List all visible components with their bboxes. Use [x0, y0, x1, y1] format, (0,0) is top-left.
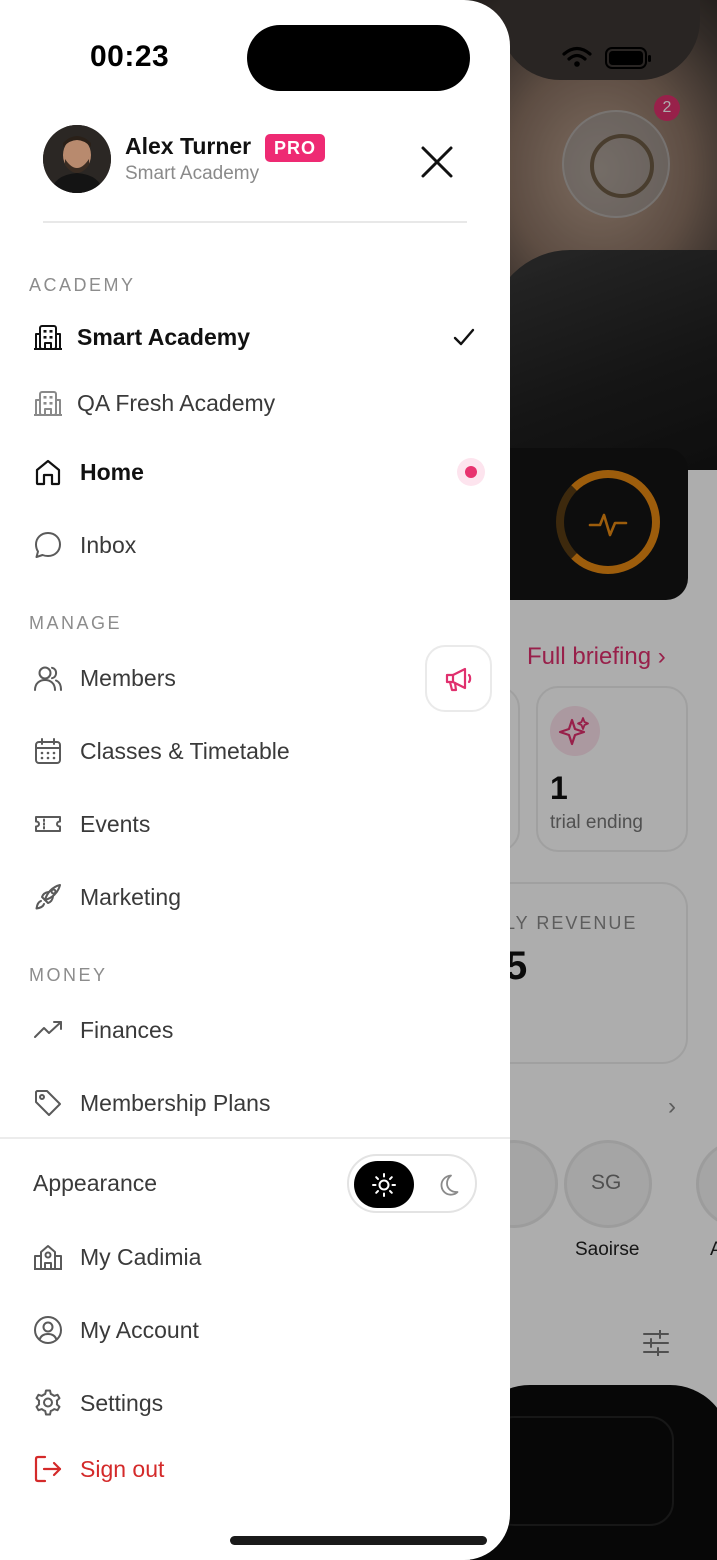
status-icons: [562, 46, 651, 69]
nav-label: Marketing: [80, 883, 181, 910]
logout-icon: [32, 1453, 64, 1485]
trending-up-icon: [32, 1014, 64, 1046]
nav-label: Events: [80, 810, 151, 837]
active-indicator-dot: [457, 458, 485, 486]
nav-label: Inbox: [80, 531, 137, 558]
navigation-drawer: 00:23 Alex Turner PRO Smart Academy ACAD…: [0, 0, 510, 1560]
nav-label: Classes & Timetable: [80, 737, 290, 764]
light-mode-button[interactable]: [354, 1161, 414, 1208]
status-time: 00:23: [90, 40, 170, 73]
building-icon: [32, 321, 64, 353]
nav-item-inbox[interactable]: Inbox: [0, 515, 510, 575]
calendar-icon: [32, 735, 64, 767]
section-manage: MANAGE: [29, 613, 123, 633]
appearance-label: Appearance: [33, 1170, 158, 1196]
appearance-toggle[interactable]: [347, 1154, 477, 1213]
nav-label: Home: [80, 458, 144, 485]
dark-mode-button[interactable]: [423, 1161, 471, 1208]
section-academy: ACADEMY: [29, 275, 136, 295]
pro-badge: PRO: [265, 134, 326, 162]
nav-item-settings[interactable]: Settings: [0, 1373, 510, 1433]
nav-item-membership-plans[interactable]: Membership Plans: [0, 1073, 510, 1133]
nav-label: Members: [80, 664, 176, 691]
user-name: Alex Turner: [125, 133, 252, 159]
user-academy: Smart Academy: [125, 163, 260, 184]
section-money: MONEY: [29, 965, 108, 985]
megaphone-icon: [445, 667, 471, 691]
moon-icon: [440, 1174, 459, 1196]
nav-item-marketing[interactable]: Marketing: [0, 867, 510, 927]
ticket-icon: [32, 808, 64, 840]
nav-label: Settings: [80, 1389, 164, 1416]
nav-item-my-cadimia[interactable]: My Cadimia: [0, 1227, 510, 1287]
school-building-icon: [32, 1241, 64, 1273]
building-icon: [32, 387, 64, 419]
dynamic-island: [247, 25, 470, 91]
nav-item-home[interactable]: Home: [0, 442, 510, 502]
announcement-button[interactable]: [425, 645, 492, 712]
academy-label: QA Fresh Academy: [77, 389, 276, 416]
nav-label: My Cadimia: [80, 1243, 202, 1270]
nav-label: Membership Plans: [80, 1089, 271, 1116]
user-circle-icon: [32, 1314, 64, 1346]
battery-icon: [605, 47, 651, 69]
nav-label: My Account: [80, 1316, 199, 1343]
nav-item-events[interactable]: Events: [0, 794, 510, 854]
avatar-image: [43, 125, 111, 193]
avatar[interactable]: [43, 125, 111, 193]
sign-out-label: Sign out: [80, 1455, 165, 1482]
rocket-icon: [32, 881, 64, 913]
divider: [0, 1137, 510, 1139]
wifi-icon: [562, 46, 592, 67]
academy-label: Smart Academy: [77, 323, 251, 350]
chat-bubble-icon: [32, 529, 64, 561]
home-icon: [32, 456, 64, 488]
academy-item-smart[interactable]: Smart Academy: [0, 307, 510, 367]
close-icon[interactable]: [418, 143, 456, 181]
checkmark-icon: [453, 328, 475, 346]
sun-icon: [372, 1172, 396, 1197]
nav-item-finances[interactable]: Finances: [0, 1000, 510, 1060]
home-indicator[interactable]: [230, 1536, 487, 1545]
nav-item-classes[interactable]: Classes & Timetable: [0, 721, 510, 781]
tag-icon: [32, 1087, 64, 1119]
academy-item-qa-fresh[interactable]: QA Fresh Academy: [0, 373, 510, 433]
sign-out-button[interactable]: Sign out: [0, 1439, 510, 1499]
gear-icon: [32, 1387, 64, 1419]
nav-item-my-account[interactable]: My Account: [0, 1300, 510, 1360]
users-icon: [32, 662, 64, 694]
divider: [43, 221, 467, 223]
nav-label: Finances: [80, 1016, 174, 1043]
